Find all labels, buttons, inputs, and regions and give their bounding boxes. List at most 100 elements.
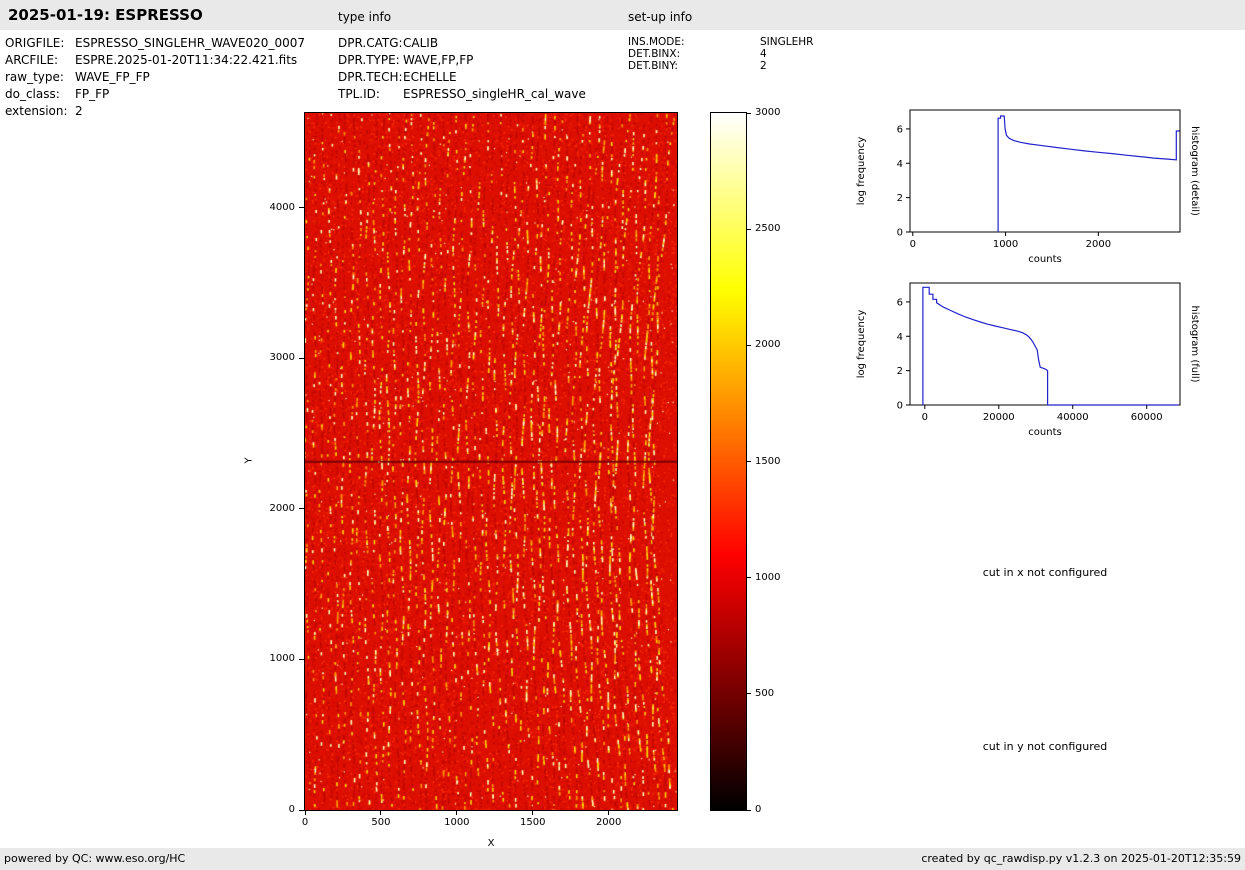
setup-info-row: DET.BINY:2 <box>628 60 767 72</box>
x-tick-label: 0 <box>285 817 325 828</box>
heatmap-canvas <box>305 113 677 810</box>
x-tick-label: 1000 <box>993 239 1018 250</box>
y-tick-label: 0 <box>897 401 903 412</box>
type-info-row: DPR.TYPE:WAVE,FP,FP <box>338 53 473 67</box>
raw-frame-plot <box>304 112 678 811</box>
y-tick-label: 2 <box>897 193 903 204</box>
y-tick <box>299 508 304 509</box>
field-value: ESPRE.2025-01-20T11:34:22.421.fits <box>75 53 297 67</box>
setup-info-row: INS.MODE:SINGLEHR <box>628 36 813 48</box>
y-tick-label: 6 <box>897 297 903 308</box>
colorbar-tick-label: 3000 <box>755 107 795 118</box>
x-tick-label: 0 <box>922 412 928 423</box>
footer-left-text: powered by QC: www.eso.org/HC <box>4 848 185 870</box>
field-label: do_class: <box>5 87 75 101</box>
field-label: ORIGFILE: <box>5 36 75 50</box>
y-tick-label: 4 <box>897 332 903 343</box>
x-tick <box>380 811 381 815</box>
y-tick-label: 2000 <box>255 503 295 514</box>
page-title: 2025-01-19: ESPRESSO <box>8 6 203 24</box>
type-info-heading: type info <box>338 10 391 24</box>
field-value: ECHELLE <box>403 70 457 84</box>
x-tick-label: 2000 <box>589 817 629 828</box>
colorbar <box>710 112 747 811</box>
y-axis-label: log frequency <box>856 310 867 379</box>
setup-info-row: DET.BINX:4 <box>628 48 767 60</box>
x-tick-label: 40000 <box>1057 412 1089 423</box>
x-tick <box>608 811 609 815</box>
y-tick <box>299 659 304 660</box>
plot-side-label: histogram (detail) <box>1189 126 1200 216</box>
colorbar-tick <box>747 461 751 462</box>
footer-bar: powered by QC: www.eso.org/HC created by… <box>0 848 1245 870</box>
plot-side-label: histogram (full) <box>1189 305 1200 382</box>
histogram-full-plot: 0 20000 40000 60000 0 2 4 6 counts log frequency h… <box>850 273 1200 448</box>
y-tick-label: 0 <box>255 804 295 815</box>
y-tick <box>299 207 304 208</box>
x-tick-label: 0 <box>910 239 916 250</box>
footer-right-text: created by qc_rawdisp.py v1.2.3 on 2025-… <box>921 848 1241 870</box>
x-tick <box>532 811 533 815</box>
field-label: extension: <box>5 104 75 118</box>
y-tick-label: 2 <box>897 366 903 377</box>
field-label: DPR.CATG: <box>338 36 403 50</box>
x-tick-label: 1000 <box>437 817 477 828</box>
x-tick-label: 20000 <box>983 412 1015 423</box>
y-tick <box>299 810 304 811</box>
colorbar-tick-label: 2500 <box>755 223 795 234</box>
colorbar-tick-label: 0 <box>755 804 795 815</box>
field-label: DET.BINY: <box>628 60 760 72</box>
histogram-detail-plot: 0100020000246countslog frequencyhistogra… <box>850 100 1200 275</box>
y-tick <box>299 358 304 359</box>
field-value: CALIB <box>403 36 438 50</box>
x-tick <box>456 811 457 815</box>
colorbar-tick-label: 2000 <box>755 339 795 350</box>
field-value: 2 <box>760 60 767 72</box>
field-label: DPR.TECH: <box>338 70 403 84</box>
field-label: TPL.ID: <box>338 87 403 101</box>
field-label: DET.BINX: <box>628 48 760 60</box>
type-info-row: DPR.CATG:CALIB <box>338 36 438 50</box>
y-axis-label: log frequency <box>856 137 867 206</box>
file-info-row: do_class:FP_FP <box>5 87 109 101</box>
colorbar-tick <box>747 693 751 694</box>
colorbar-tick <box>747 345 751 346</box>
field-label: raw_type: <box>5 70 75 84</box>
file-info-row: raw_type:WAVE_FP_FP <box>5 70 150 84</box>
y-tick-label: 1000 <box>255 653 295 664</box>
plot-frame <box>910 110 1180 232</box>
y-tick-label: 4000 <box>255 202 295 213</box>
x-tick <box>305 811 306 815</box>
x-tick-label: 1500 <box>513 817 553 828</box>
file-info-row: extension:2 <box>5 104 83 118</box>
cut-x-message: cut in x not configured <box>910 566 1180 579</box>
x-tick-label: 60000 <box>1131 412 1163 423</box>
field-label: DPR.TYPE: <box>338 53 403 67</box>
x-axis-label: counts <box>1028 254 1061 265</box>
colorbar-tick-label: 1500 <box>755 456 795 467</box>
field-value: 4 <box>760 48 767 60</box>
field-value: SINGLEHR <box>760 36 813 48</box>
field-value: WAVE,FP,FP <box>403 53 473 67</box>
file-info-row: ARCFILE:ESPRE.2025-01-20T11:34:22.421.fi… <box>5 53 297 67</box>
field-value: FP_FP <box>75 87 109 101</box>
field-label: INS.MODE: <box>628 36 760 48</box>
x-axis-label: counts <box>1028 427 1061 438</box>
field-value: 2 <box>75 104 83 118</box>
colorbar-tick <box>747 810 751 811</box>
setup-info-heading: set-up info <box>628 10 692 24</box>
type-info-row: TPL.ID:ESPRESSO_singleHR_cal_wave <box>338 87 586 101</box>
y-tick-label: 6 <box>897 124 903 135</box>
file-info-row: ORIGFILE:ESPRESSO_SINGLEHR_WAVE020_0007 <box>5 36 305 50</box>
colorbar-tick <box>747 229 751 230</box>
plot-frame <box>910 283 1180 405</box>
field-value: ESPRESSO_SINGLEHR_WAVE020_0007 <box>75 36 305 50</box>
y-tick-label: 4 <box>897 159 903 170</box>
type-info-row: DPR.TECH:ECHELLE <box>338 70 457 84</box>
y-axis-label: Y <box>244 457 255 463</box>
colorbar-tick <box>747 577 751 578</box>
x-tick-label: 2000 <box>1086 239 1111 250</box>
qc-report-page: { "header": { "title": "2025-01-19: ESPR… <box>0 0 1245 870</box>
y-tick-label: 3000 <box>255 352 295 363</box>
colorbar-tick-label: 500 <box>755 688 795 699</box>
